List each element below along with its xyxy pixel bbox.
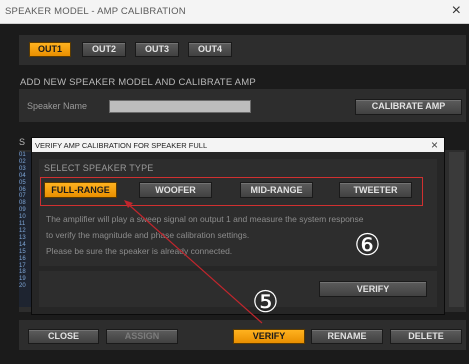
list-row-number: 12 (19, 227, 26, 234)
dialog-title: VERIFY AMP CALIBRATION FOR SPEAKER FULL (35, 141, 208, 150)
dialog-close-icon[interactable]: × (431, 138, 438, 152)
list-row-number: 11 (19, 221, 26, 228)
verify-button[interactable]: VERIFY (233, 329, 305, 344)
speaker-list-partial-heading: S (19, 137, 26, 147)
window-title-bar: SPEAKER MODEL - AMP CALIBRATION × (0, 0, 469, 24)
type-full-range-button[interactable]: FULL-RANGE (44, 182, 117, 198)
window-title: SPEAKER MODEL - AMP CALIBRATION (5, 6, 186, 17)
list-row-number: 03 (19, 165, 26, 172)
assign-button[interactable]: ASSIGN (106, 329, 178, 344)
list-row-number: 14 (19, 241, 26, 248)
list-scrollbar[interactable] (449, 152, 464, 307)
list-row-number: 09 (19, 207, 26, 214)
dialog-verify-button[interactable]: VERIFY (319, 281, 427, 297)
select-type-heading: SELECT SPEAKER TYPE (44, 163, 154, 173)
list-row-number: 16 (19, 255, 26, 262)
list-row-number: 19 (19, 276, 26, 283)
type-tweeter-button[interactable]: TWEETER (339, 182, 412, 198)
list-row-number: 17 (19, 262, 26, 269)
step-5-marker: ⑤ (252, 285, 279, 320)
list-row-number: 05 (19, 179, 26, 186)
list-row-number: 01 (19, 152, 26, 158)
list-row-number: 07 (19, 193, 26, 200)
list-row-number: 06 (19, 186, 26, 193)
list-row-number: 20 (19, 283, 26, 290)
rename-button[interactable]: RENAME (311, 329, 383, 344)
calibrate-amp-button[interactable]: CALIBRATE AMP (355, 99, 462, 115)
window-close-icon[interactable]: × (452, 2, 461, 20)
type-mid-range-button[interactable]: MID-RANGE (240, 182, 313, 198)
close-button[interactable]: CLOSE (28, 329, 99, 344)
speaker-list-row-numbers: 01 02 03 04 05 06 07 08 09 10 11 12 13 1… (19, 152, 31, 307)
tab-out1[interactable]: OUT1 (29, 42, 71, 57)
list-row-number: 02 (19, 158, 26, 165)
description-line: The amplifier will play a sweep signal o… (46, 214, 364, 224)
list-row-number: 13 (19, 234, 26, 241)
tab-out2[interactable]: OUT2 (82, 42, 126, 57)
list-row-number: 15 (19, 248, 26, 255)
tab-out4[interactable]: OUT4 (188, 42, 232, 57)
tab-out3[interactable]: OUT3 (135, 42, 179, 57)
add-model-heading: ADD NEW SPEAKER MODEL AND CALIBRATE AMP (20, 77, 256, 88)
type-woofer-button[interactable]: WOOFER (139, 182, 212, 198)
speaker-name-label: Speaker Name (27, 101, 88, 111)
list-row-number: 08 (19, 200, 26, 207)
speaker-name-field[interactable] (109, 100, 251, 113)
dialog-title-bar: VERIFY AMP CALIBRATION FOR SPEAKER FULL … (32, 138, 444, 152)
step-6-marker: ⑥ (354, 228, 381, 263)
delete-button[interactable]: DELETE (390, 329, 462, 344)
list-row-number: 10 (19, 214, 26, 221)
verify-calibration-dialog: VERIFY AMP CALIBRATION FOR SPEAKER FULL … (31, 137, 445, 315)
list-row-number: 18 (19, 269, 26, 276)
list-row-number: 04 (19, 172, 26, 179)
